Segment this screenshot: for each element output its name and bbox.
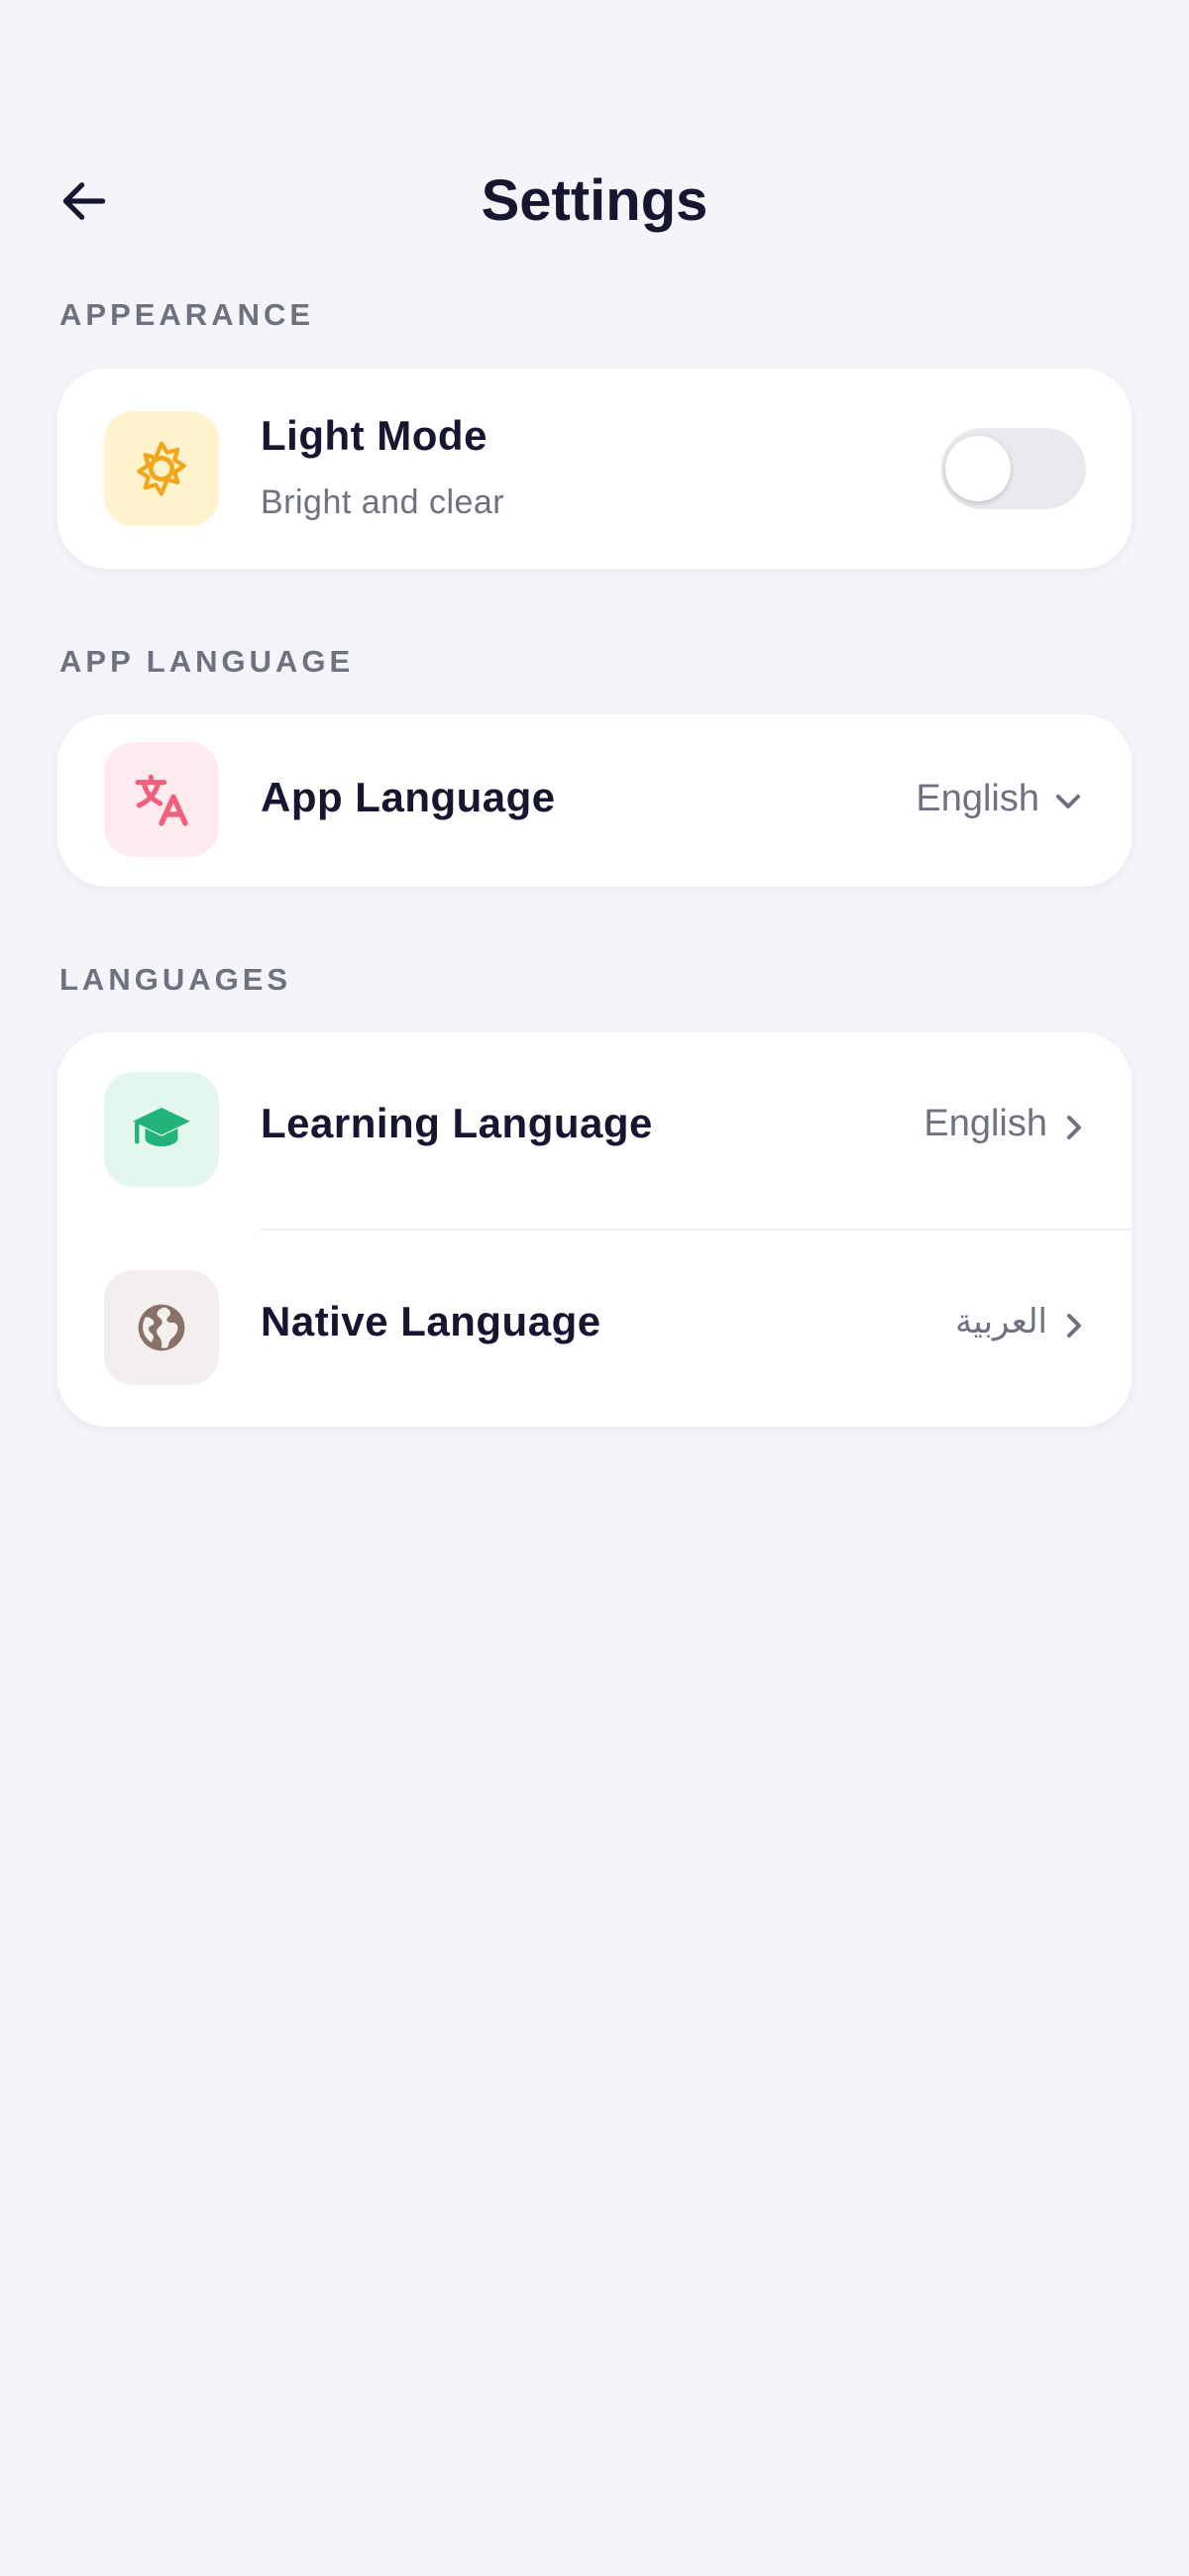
app-language-icon-tile	[104, 742, 219, 857]
light-mode-toggle[interactable]	[941, 428, 1086, 509]
section-label-appearance: APPEARANCE	[59, 297, 315, 332]
page-title: Settings	[481, 168, 708, 233]
learning-language-row[interactable]: Learning Language English	[57, 1032, 1132, 1229]
learning-language-value: English	[923, 1103, 1047, 1144]
appearance-card: Light Mode Bright and clear	[57, 369, 1132, 569]
native-language-title: Native Language	[261, 1298, 601, 1344]
languages-card: Learning Language English Native Languag…	[57, 1032, 1132, 1427]
light-mode-subtitle: Bright and clear	[261, 483, 505, 521]
app-language-value: English	[916, 778, 1039, 819]
toggle-knob	[945, 436, 1011, 501]
translate-icon	[135, 774, 188, 826]
light-mode-icon-tile	[104, 411, 219, 526]
app-language-row[interactable]: App Language English	[57, 714, 1132, 887]
app-language-card: App Language English	[57, 714, 1132, 887]
chevron-right-icon	[1067, 1314, 1081, 1338]
learning-language-icon-tile	[104, 1072, 219, 1187]
native-language-icon-tile	[104, 1270, 219, 1385]
header: Settings	[0, 159, 1189, 244]
sun-icon	[137, 441, 186, 496]
native-language-value: العربية	[955, 1303, 1047, 1341]
globe-icon	[138, 1304, 185, 1351]
chevron-right-icon	[1067, 1116, 1081, 1139]
arrow-left-icon	[62, 182, 106, 220]
back-button[interactable]	[52, 168, 117, 234]
native-language-row[interactable]: Native Language العربية	[57, 1231, 1132, 1427]
graduation-cap-icon	[133, 1108, 190, 1147]
app-language-title: App Language	[261, 774, 556, 820]
light-mode-title: Light Mode	[261, 412, 487, 459]
section-label-app-language: APP LANGUAGE	[59, 644, 355, 679]
chevron-down-icon	[1056, 795, 1080, 808]
section-label-languages: LANGUAGES	[59, 962, 292, 997]
learning-language-title: Learning Language	[261, 1100, 653, 1146]
light-mode-row[interactable]: Light Mode Bright and clear	[57, 369, 1132, 569]
